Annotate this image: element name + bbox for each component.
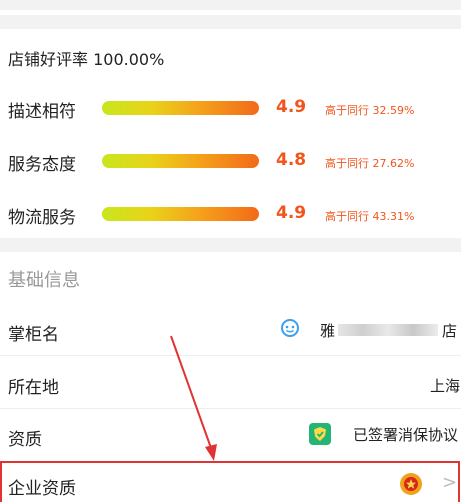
annotation-arrow (170, 335, 217, 461)
